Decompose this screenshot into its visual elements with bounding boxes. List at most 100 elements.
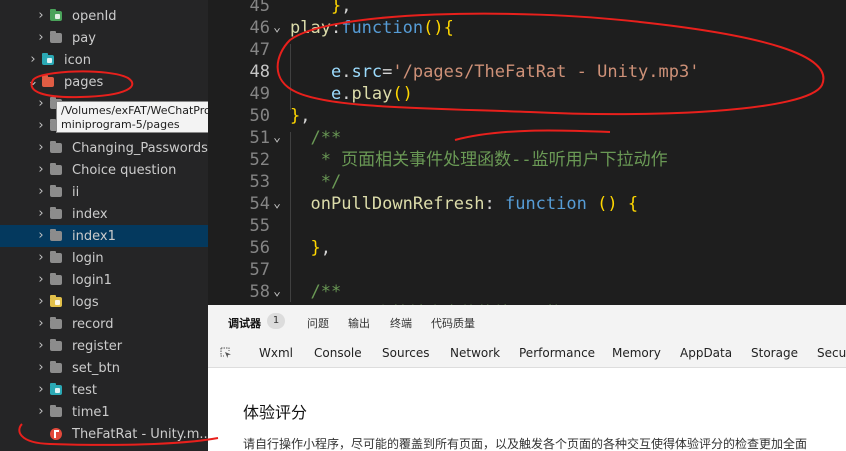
code-text: e.play() [330,84,413,104]
chevron-down-icon[interactable]: ⌄ [26,71,40,93]
chevron-right-icon[interactable]: › [34,291,48,313]
tree-item[interactable]: › index1 [0,225,208,247]
line-number: 58 [249,282,270,302]
tree-item[interactable]: › openId [0,5,208,27]
chevron-right-icon[interactable]: › [34,335,48,357]
chevron-right-icon[interactable]: › [34,313,48,335]
chevron-right-icon[interactable]: › [34,159,48,181]
experience-score-title: 体验评分 [243,403,308,422]
tree-item[interactable]: › ii [0,181,208,203]
fold-chevron-icon[interactable]: ⌄ [270,281,284,303]
chevron-right-icon[interactable]: › [34,357,48,379]
line-number: 45 [249,0,270,16]
code-line[interactable]: 57 [208,259,846,281]
tab-network[interactable]: Network [450,346,500,360]
line-number: 46 [249,18,270,38]
tree-item[interactable]: › set_btn [0,357,208,379]
tree-item-label: ii [72,184,80,200]
tab-wxml[interactable]: Wxml [259,346,293,360]
tab-appdata[interactable]: AppData [680,346,732,360]
tab-memory[interactable]: Memory [612,346,661,360]
line-number: 51 [249,128,270,148]
tab-problems[interactable]: 问题 [307,315,329,331]
folder-icon [50,31,62,43]
code-text: * 页面相关事件处理函数--监听用户下拉动作 [290,150,668,170]
tree-item[interactable]: › test [0,379,208,401]
tree-item[interactable]: › login1 [0,269,208,291]
tree-item[interactable]: › Choice question [0,159,208,181]
code-line[interactable]: 58 ⌄ /** [208,281,846,303]
code-line[interactable]: 52 * 页面相关事件处理函数--监听用户下拉动作 [208,149,846,171]
tree-item[interactable]: › record [0,313,208,335]
tree-item[interactable]: › register [0,335,208,357]
tree-item-label: logs [72,294,99,310]
tree-item[interactable]: ⌄ pages [0,71,208,93]
fold-chevron-icon[interactable]: ⌄ [270,17,284,39]
tree-item[interactable]: › logs [0,291,208,313]
code-line[interactable]: 50}, [208,105,846,127]
chevron-right-icon[interactable]: › [34,269,48,291]
code-line[interactable]: 47 [208,39,846,61]
file-explorer-sidebar: › openId › pay › icon ⌄ pages › › › Changing_Passwo… [0,0,208,451]
tab-debugger[interactable]: 调试器 [228,315,261,331]
code-line[interactable]: 48 e.src='/pages/TheFatRat - Unity.mp3' [208,61,846,83]
chevron-right-icon[interactable]: › [34,93,48,115]
chevron-right-icon[interactable]: › [34,5,48,27]
code-line[interactable]: 51 ⌄ /** [208,127,846,149]
tree-item-label: login [72,250,104,266]
tab-terminal[interactable]: 终端 [390,315,412,331]
chevron-right-icon[interactable]: › [34,203,48,225]
line-number: 47 [249,40,270,60]
fold-chevron-icon[interactable]: ⌄ [270,127,284,149]
tab-output[interactable]: 输出 [348,315,370,331]
code-line[interactable]: 46 ⌄ play:function(){ [208,17,846,39]
code-line[interactable]: 55 [208,215,846,237]
code-text: e.src='/pages/TheFatRat - Unity.mp3' [330,62,700,82]
chevron-right-icon[interactable]: › [34,115,48,137]
chevron-right-icon[interactable]: › [34,225,48,247]
tree-item[interactable]: › icon [0,49,208,71]
tree-item-label: index1 [72,228,116,244]
chevron-right-icon[interactable]: › [34,181,48,203]
folder-icon [50,163,62,175]
tab-console[interactable]: Console [314,346,362,360]
tree-item[interactable]: › time1 [0,401,208,423]
tab-storage[interactable]: Storage [751,346,798,360]
code-line[interactable]: 53 */ [208,171,846,193]
tree-item-label: register [72,338,123,354]
tree-item[interactable]: › pay [0,27,208,49]
code-line[interactable]: 56 }, [208,237,846,259]
chevron-right-icon[interactable]: › [34,137,48,159]
code-line[interactable]: 54 ⌄ onPullDownRefresh: function () { [208,193,846,215]
chevron-right-icon[interactable]: › [34,247,48,269]
chevron-right-icon[interactable]: › [34,401,48,423]
line-number: 57 [249,260,270,280]
line-number: 50 [249,106,270,126]
fold-chevron-icon[interactable]: ⌄ [270,193,284,215]
line-number: 54 [249,194,270,214]
chevron-right-icon[interactable]: › [26,49,40,71]
line-number: 53 [249,172,270,192]
tree-item[interactable]: › login [0,247,208,269]
tree-item[interactable]: › index [0,203,208,225]
tab-sources[interactable]: Sources [382,346,429,360]
devtools-tabs: Wxml Console Sources Network Performance… [208,339,846,368]
experience-score-description: 请自行操作小程序，尽可能的覆盖到所有页面，以及触发各个页面的各种交互使得体验评分… [243,437,808,451]
tab-code-quality[interactable]: 代码质量 [431,315,475,331]
code-text: onPullDownRefresh: function () { [310,194,639,214]
mp3-file-icon [50,428,62,440]
tree-item[interactable]: TheFatRat - Unity.m... [0,423,208,445]
inspect-element-icon[interactable] [220,347,232,359]
code-line[interactable]: 49 e.play() [208,83,846,105]
code-line[interactable]: 45 }, [208,0,846,17]
chevron-right-icon[interactable]: › [34,27,48,49]
code-editor[interactable]: 45 }, 46 ⌄ play:function(){47 48 e.src='/pag… [208,0,846,305]
line-number: 56 [249,238,270,258]
tree-item-label: TheFatRat - Unity.m... [72,426,208,442]
chevron-right-icon[interactable]: › [34,379,48,401]
teal-folder-icon [42,53,54,65]
tree-item[interactable]: › Changing_Passwords [0,137,208,159]
code-text: play:function(){ [290,18,454,38]
tab-security[interactable]: Secu [817,346,846,360]
tab-performance[interactable]: Performance [519,346,595,360]
